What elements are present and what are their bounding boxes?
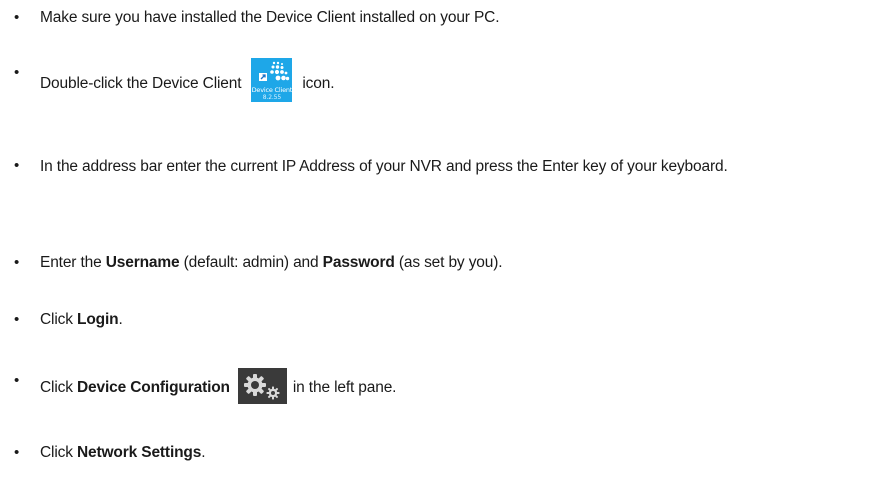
device-client-caption: Device Client xyxy=(251,86,293,94)
step-text-after-icon: icon. xyxy=(302,75,335,93)
device-client-version: 8.2.55 xyxy=(262,94,281,101)
bullet: • xyxy=(14,64,20,81)
password-term: Password xyxy=(322,254,395,271)
bullet: • xyxy=(14,311,20,328)
bullet: • xyxy=(14,157,20,174)
gears-icon xyxy=(237,368,287,404)
bullet: • xyxy=(14,444,20,461)
step-text: Make sure you have installed the Device … xyxy=(40,9,500,26)
username-term: Username xyxy=(105,254,180,271)
instruction-document: • Make sure you have installed the Devic… xyxy=(0,0,875,493)
device-configuration-term: Device Configuration xyxy=(77,379,230,397)
bullet: • xyxy=(14,9,20,26)
device-client-icon: Device Client 8.2.55 xyxy=(251,58,293,102)
login-term: Login xyxy=(77,311,119,328)
step-text-before-icon: Double-click the Device Client xyxy=(40,75,242,93)
step-text: In the address bar enter the current IP … xyxy=(40,158,728,175)
bullet: • xyxy=(14,254,20,271)
bullet: • xyxy=(14,372,20,389)
network-settings-term: Network Settings xyxy=(77,444,202,461)
